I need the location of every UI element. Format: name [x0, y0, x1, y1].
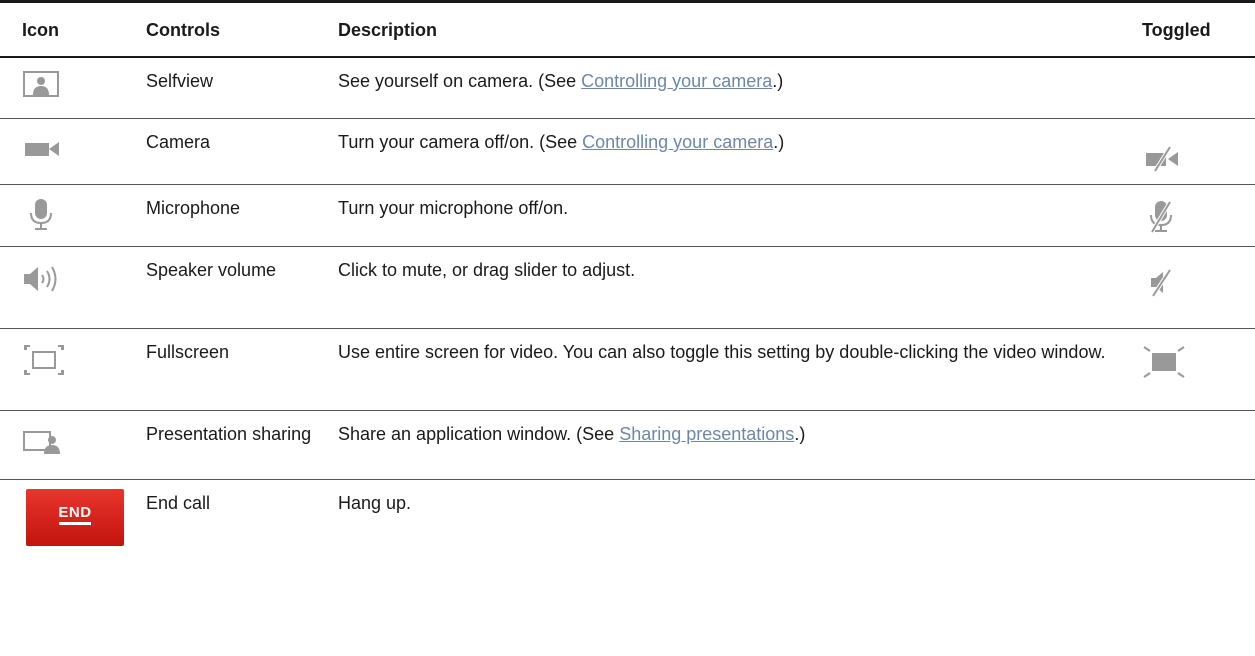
controls-table: Icon Controls Description Toggled Selfvi… — [0, 0, 1255, 560]
icon-cell — [0, 328, 146, 411]
header-row: Icon Controls Description Toggled — [0, 0, 1255, 58]
description-text: Share an application window. (See — [338, 424, 620, 444]
toggled-cell — [1142, 56, 1255, 119]
control-name: Camera — [146, 118, 338, 185]
sharing-presentations-link[interactable]: Sharing presentations — [619, 424, 794, 444]
description-text: Turn your microphone off/on. — [338, 198, 569, 218]
description-text: Turn your camera off/on. (See — [338, 132, 583, 152]
icon-cell: END — [0, 480, 146, 560]
table-row: Speaker volume Click to mute, or drag sl… — [0, 246, 1255, 329]
camera-off-icon — [1146, 145, 1178, 173]
camera-icon[interactable] — [22, 134, 62, 164]
end-call-icon[interactable]: END — [26, 489, 124, 546]
icon-cell — [0, 184, 146, 247]
controlling-camera-link[interactable]: Controlling your camera — [581, 71, 772, 91]
table-row: Microphone Turn your microphone off/on. — [0, 184, 1255, 247]
icon-cell — [0, 118, 146, 185]
table-row: Camera Turn your camera off/on. (See Con… — [0, 118, 1255, 185]
microphone-icon[interactable] — [26, 196, 56, 232]
table-row: END End call Hang up. — [0, 480, 1255, 560]
controlling-camera-link[interactable]: Controlling your camera — [582, 132, 773, 152]
icon-cell — [0, 246, 146, 329]
table-row: Presentation sharing Share an applicatio… — [0, 410, 1255, 480]
control-description: Turn your microphone off/on. — [338, 184, 1142, 247]
icon-cell — [0, 410, 146, 480]
toggled-cell — [1142, 480, 1255, 560]
microphone-off-icon — [1150, 200, 1172, 234]
toggled-cell — [1142, 410, 1255, 480]
control-description: Turn your camera off/on. (See Controllin… — [338, 118, 1142, 185]
exit-fullscreen-icon — [1143, 346, 1185, 378]
fullscreen-icon[interactable] — [22, 342, 66, 378]
header-description: Description — [338, 0, 1142, 58]
control-description: See yourself on camera. (See Controlling… — [338, 56, 1142, 119]
control-description: Use entire screen for video. You can als… — [338, 328, 1142, 411]
control-name: Microphone — [146, 184, 338, 247]
header-controls: Controls — [146, 0, 338, 58]
description-text: Hang up. — [338, 493, 412, 513]
presentation-sharing-icon[interactable] — [22, 426, 62, 460]
control-description: Hang up. — [338, 480, 1142, 560]
description-text-end: .) — [794, 424, 806, 444]
control-name: Speaker volume — [146, 246, 338, 329]
header-icon: Icon — [0, 0, 146, 58]
toggled-cell — [1142, 184, 1255, 247]
table-row: Fullscreen Use entire screen for video. … — [0, 328, 1255, 411]
description-text: See yourself on camera. (See — [338, 70, 582, 91]
control-description: Share an application window. (See Sharin… — [338, 410, 1142, 480]
toggled-cell — [1142, 246, 1255, 329]
description-text-end: .) — [773, 132, 785, 152]
end-call-bar — [59, 522, 91, 525]
control-name: Fullscreen — [146, 328, 338, 411]
control-description: Click to mute, or drag slider to adjust. — [338, 246, 1142, 329]
header-toggled: Toggled — [1142, 0, 1255, 58]
toggled-cell — [1142, 328, 1255, 411]
speaker-muted-icon — [1151, 268, 1172, 298]
control-name: Presentation sharing — [146, 410, 338, 480]
selfview-icon[interactable] — [22, 69, 60, 99]
toggled-cell — [1142, 118, 1255, 185]
speaker-volume-icon[interactable] — [22, 262, 66, 296]
control-name: Selfview — [146, 56, 338, 119]
description-text: Click to mute, or drag slider to adjust. — [338, 260, 636, 280]
table-row: Selfview See yourself on camera. (See Co… — [0, 56, 1255, 119]
table-header: Icon Controls Description Toggled — [0, 0, 1255, 58]
description-text: Use entire screen for video. You can als… — [338, 342, 1106, 362]
control-name: End call — [146, 493, 211, 513]
description-text-end: .) — [772, 70, 784, 91]
icon-cell — [0, 56, 146, 119]
